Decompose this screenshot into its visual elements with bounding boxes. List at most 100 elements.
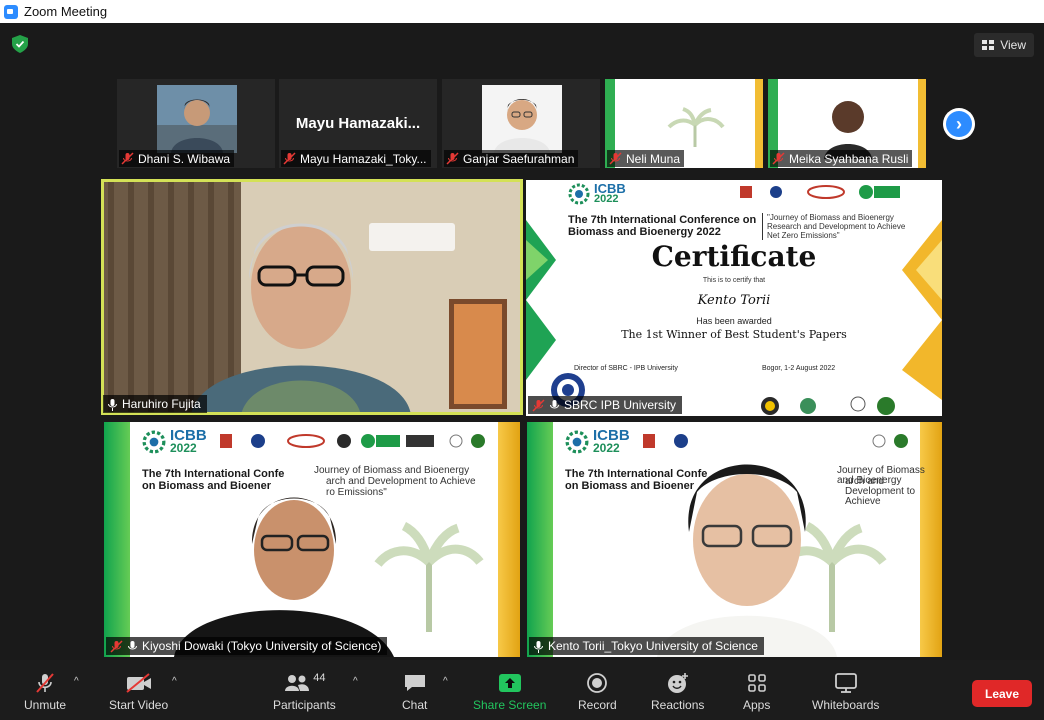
- participants-icon: 44: [283, 672, 325, 694]
- participant-name: Kento Torii_Tokyo University of Science: [548, 639, 758, 653]
- raised-hand-icon: [128, 640, 137, 649]
- meeting-area: View Dhani S. Wibawa Mayu Hamazaki... Ma…: [0, 23, 1044, 660]
- thumb-mayu[interactable]: Mayu Hamazaki... Mayu Hamazaki_Toky...: [279, 79, 437, 168]
- participant-name: Neli Muna: [626, 151, 681, 166]
- raised-hand-icon: [550, 399, 559, 408]
- certificate-heading: Certificate: [651, 240, 817, 273]
- share-screen-button[interactable]: Share Screen: [473, 672, 546, 712]
- mic-muted-icon: [108, 398, 117, 411]
- video-tile-kiyoshi[interactable]: ICBB 2022 The 7th International Confe on…: [104, 422, 520, 657]
- next-page-button[interactable]: ›: [943, 108, 975, 140]
- whiteboards-label: Whiteboards: [812, 698, 880, 712]
- chat-caret-icon[interactable]: ^: [443, 676, 448, 687]
- chevron-right-icon: ›: [946, 111, 972, 137]
- mic-muted-icon: [446, 152, 459, 165]
- participant-count: 44: [313, 672, 326, 684]
- video-tile-sbrc[interactable]: ICBB 2022 The 7th International Conferen…: [526, 180, 942, 416]
- unmute-button[interactable]: Unmute: [24, 672, 66, 712]
- participant-name: Meika Syahbana Rusli: [789, 151, 909, 166]
- participant-photo: [482, 85, 562, 153]
- window-title: Zoom Meeting: [24, 4, 108, 19]
- unmute-label: Unmute: [24, 698, 67, 712]
- gear-logo-icon: [568, 183, 590, 205]
- share-screen-label: Share Screen: [473, 698, 547, 712]
- smiley-plus-icon: [666, 672, 690, 694]
- place-date: Bogor, 1-2 August 2022: [762, 365, 836, 372]
- whiteboards-button[interactable]: Whiteboards: [812, 672, 879, 712]
- video-tile-haruhiro[interactable]: Haruhiro Fujita: [101, 179, 523, 415]
- participant-display-name: Mayu Hamazaki...: [295, 115, 421, 132]
- participant-video: [174, 497, 394, 657]
- thumb-ganjar[interactable]: Ganjar Saefurahman: [442, 79, 600, 168]
- apps-button[interactable]: Apps: [743, 672, 770, 712]
- participant-name-bar: Ganjar Saefurahman: [444, 150, 579, 167]
- conference-title: The 7th International Conference on Biom…: [568, 214, 757, 238]
- participant-name: Ganjar Saefurahman: [463, 151, 575, 166]
- whiteboard-icon: [834, 672, 858, 694]
- certificate-slide: ICBB 2022 The 7th International Conferen…: [526, 180, 942, 416]
- title-bar: Zoom Meeting: [0, 0, 1044, 23]
- record-label: Record: [578, 698, 617, 712]
- audio-options-caret-icon[interactable]: ^: [74, 676, 79, 687]
- zoom-logo-icon: [4, 4, 18, 19]
- mic-muted-icon: [534, 640, 543, 653]
- participant-name-bar: Kiyoshi Dowaki (Tokyo University of Scie…: [106, 637, 388, 655]
- chat-icon: [403, 672, 427, 694]
- mic-muted-icon: [121, 152, 134, 165]
- participant-name-bar: Kento Torii_Tokyo University of Science: [529, 637, 764, 655]
- slide-band: [918, 79, 926, 168]
- director-label: Director of SBRC - IPB University: [574, 365, 678, 372]
- participant-name-bar: Meika Syahbana Rusli: [770, 150, 913, 167]
- video-off-icon: [125, 672, 153, 694]
- thumb-dhani[interactable]: Dhani S. Wibawa: [117, 79, 275, 168]
- participant-name-bar: SBRC IPB University: [528, 396, 683, 414]
- thumb-neli[interactable]: Neli Muna: [605, 79, 763, 168]
- record-button[interactable]: Record: [578, 672, 617, 712]
- participant-video: [657, 464, 837, 657]
- video-tile-kento[interactable]: ICBB 2022 The 7th International Confe on…: [527, 422, 942, 657]
- participant-photo: [824, 101, 872, 159]
- shield-icon[interactable]: [12, 35, 28, 53]
- mic-muted-icon: [609, 152, 622, 165]
- participant-name-bar: Haruhiro Fujita: [103, 395, 207, 413]
- participant-name-bar: Dhani S. Wibawa: [119, 150, 235, 167]
- meeting-toolbar: Unmute ^ Start Video ^ 44 Participants ^…: [0, 660, 1044, 720]
- reactions-label: Reactions: [651, 698, 705, 712]
- sponsor-logos: [740, 185, 900, 199]
- recipient-name: Kento Torii: [697, 293, 771, 308]
- participants-label: Participants: [273, 698, 336, 712]
- slide-band: [755, 79, 763, 168]
- awarded-text: Has been awarded: [696, 316, 772, 326]
- start-video-button[interactable]: Start Video: [109, 672, 168, 712]
- video-options-caret-icon[interactable]: ^: [172, 676, 177, 687]
- view-button[interactable]: View: [974, 33, 1034, 57]
- leave-button[interactable]: Leave: [972, 680, 1032, 707]
- participant-name-bar: Neli Muna: [607, 150, 685, 167]
- apps-icon: [747, 672, 767, 694]
- reactions-button[interactable]: Reactions: [651, 672, 704, 712]
- participant-name: Haruhiro Fujita: [122, 397, 201, 411]
- participant-video: [101, 179, 523, 415]
- participant-photo: [157, 85, 237, 153]
- award-title: The 1st Winner of Best Student's Papers: [621, 328, 847, 341]
- participant-name-bar: Mayu Hamazaki_Toky...: [281, 150, 431, 167]
- apps-label: Apps: [743, 698, 771, 712]
- palm-graphic: [667, 107, 725, 147]
- conference-theme: "Journey of Biomass and Bioenergy Resear…: [762, 213, 912, 240]
- participants-button[interactable]: 44 Participants: [273, 672, 336, 712]
- participants-caret-icon[interactable]: ^: [353, 676, 358, 687]
- participant-name: Kiyoshi Dowaki (Tokyo University of Scie…: [142, 639, 382, 653]
- mic-muted-icon: [283, 152, 296, 165]
- participant-name: Mayu Hamazaki_Toky...: [300, 151, 427, 166]
- certify-text: This is to certify that: [702, 277, 766, 284]
- footer-logos: [761, 396, 895, 415]
- microphone-muted-icon: [34, 672, 56, 694]
- participant-name: Dhani S. Wibawa: [138, 151, 231, 166]
- thumb-meika[interactable]: Meika Syahbana Rusli: [768, 79, 926, 168]
- chat-button[interactable]: Chat: [402, 672, 427, 712]
- mic-muted-icon: [110, 639, 123, 653]
- grid-icon: [982, 40, 995, 50]
- chat-label: Chat: [402, 698, 428, 712]
- participant-name: SBRC IPB University: [564, 398, 677, 412]
- icbb-logo: ICBB 2022: [568, 182, 626, 205]
